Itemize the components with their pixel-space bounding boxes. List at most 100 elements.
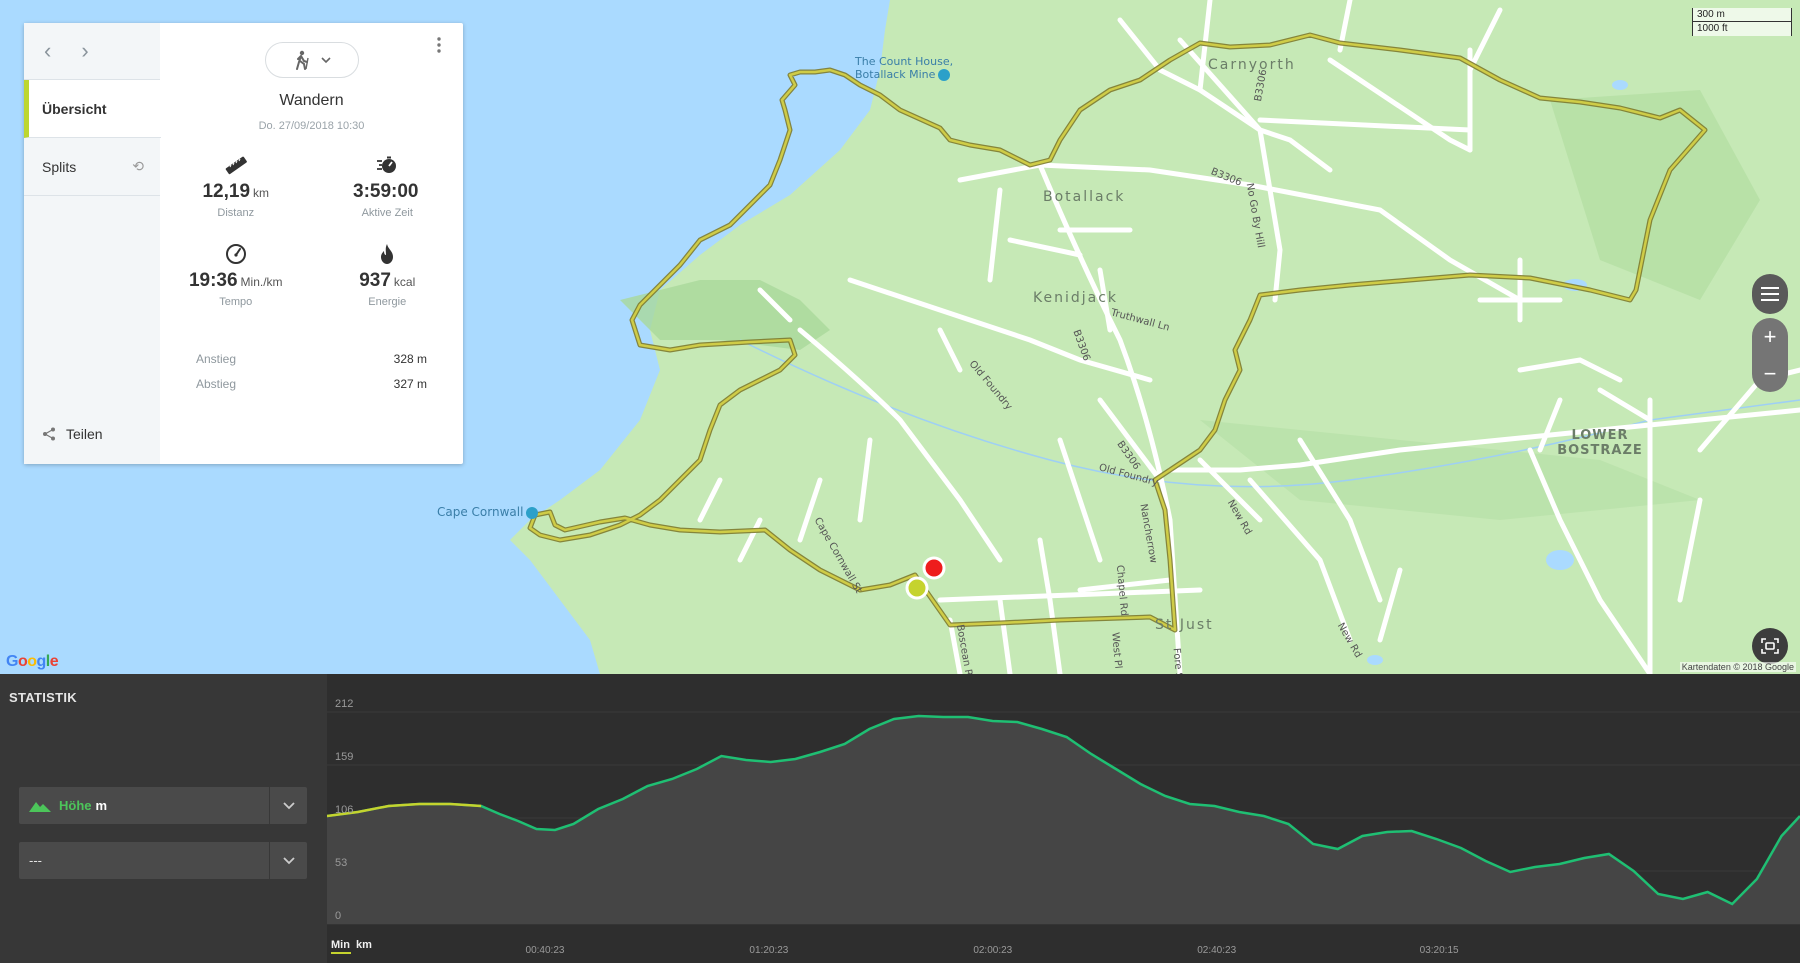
more-options-button[interactable] xyxy=(437,37,441,57)
map-attribution[interactable]: Kartendaten © 2018 Google xyxy=(1679,662,1796,672)
active-time-value: 3:59:00 xyxy=(353,181,419,202)
primary-metric-label: Höhe xyxy=(59,798,92,813)
active-time-label: Aktive Zeit xyxy=(361,207,413,219)
kebab-menu-icon xyxy=(437,37,441,53)
x-axis-km-label[interactable]: km xyxy=(356,939,372,951)
y-tick-label: 53 xyxy=(335,857,347,869)
stopwatch-icon xyxy=(377,156,397,173)
google-logo: Google xyxy=(6,653,59,670)
y-tick-label: 0 xyxy=(335,910,341,922)
poi-cape-cornwall[interactable]: Cape Cornwall xyxy=(437,505,539,519)
stat-energy: 937 kcal Energie xyxy=(312,243,464,308)
pace-label: Tempo xyxy=(219,296,253,308)
primary-metric-dropdown[interactable] xyxy=(269,787,307,824)
stat-active-time: 3:59:00 Aktive Zeit xyxy=(312,154,464,219)
minus-icon: − xyxy=(1763,360,1777,386)
previous-workout-button[interactable]: ‹ xyxy=(44,40,51,62)
energy-label: Energie xyxy=(368,296,407,308)
energy-value: 937 xyxy=(359,270,391,291)
share-label: Teilen xyxy=(66,426,103,442)
zoom-out-button[interactable]: − xyxy=(1764,355,1777,392)
speedometer-icon xyxy=(225,244,246,264)
descent-value: 327 m xyxy=(393,377,427,391)
primary-metric-value: Höhe m xyxy=(19,798,269,813)
place-kenidjack: Kenidjack xyxy=(1033,290,1119,306)
map[interactable]: Botallack Kenidjack Carnyorth LOWER BOST… xyxy=(0,0,1800,674)
statistics-title: STATISTIK xyxy=(9,690,77,705)
pace-unit: Min./km xyxy=(240,275,283,289)
ruler-icon xyxy=(225,156,247,175)
tab-overview-label: Übersicht xyxy=(42,100,107,117)
chevron-down-icon xyxy=(282,801,295,809)
workout-date: Do. 27/09/2018 10:30 xyxy=(258,120,365,132)
y-tick-label: 212 xyxy=(335,698,353,710)
map-layers-control[interactable] xyxy=(1752,274,1788,314)
zoom-in-button[interactable]: + xyxy=(1764,318,1777,355)
landmark-pin-icon xyxy=(526,506,539,519)
x-tick-label: 01:20:23 xyxy=(749,945,788,956)
elevation-chart[interactable]: 0 53 106 159 212 00:40:23 01:20:23 02:00:23 02:… xyxy=(327,674,1800,963)
x-tick-label: 03:20:15 xyxy=(1420,945,1459,956)
poi-cape-cornwall-label: Cape Cornwall xyxy=(437,505,524,519)
layers-menu-icon xyxy=(1761,287,1779,301)
flame-icon xyxy=(381,244,394,264)
hiking-icon xyxy=(295,50,309,70)
stat-distance: 12,19 km Distanz xyxy=(160,154,312,219)
plus-icon: + xyxy=(1763,323,1777,349)
descent-row: Abstieg 327 m xyxy=(196,377,427,402)
elevation-summary: Anstieg 328 m Abstieg 327 m xyxy=(196,352,427,402)
next-workout-button[interactable]: › xyxy=(81,40,88,62)
primary-metric-unit: m xyxy=(95,798,108,813)
card-sidebar: ‹ › Übersicht Splits ⟲ Teilen xyxy=(24,23,161,464)
museum-pin-icon xyxy=(938,69,951,81)
share-icon xyxy=(43,427,55,441)
workout-summary-card: ‹ › Übersicht Splits ⟲ Teilen Wandern Do… xyxy=(24,23,463,464)
energy-unit: kcal xyxy=(393,275,416,289)
map-scale: 300 m 1000 ft xyxy=(1692,8,1792,36)
place-lower-bostraze: LOWER BOSTRAZE xyxy=(1557,428,1643,458)
chevron-down-icon xyxy=(282,856,295,864)
distance-label: Distanz xyxy=(217,207,255,219)
scale-metric: 300 m xyxy=(1692,8,1792,22)
ascent-label: Anstieg xyxy=(196,352,237,366)
chevron-down-icon xyxy=(320,56,331,63)
x-tick-label: 02:40:23 xyxy=(1197,945,1236,956)
place-carnyorth: Carnyorth xyxy=(1208,57,1296,73)
x-tick-label: 02:00:23 xyxy=(973,945,1012,956)
ascent-value: 328 m xyxy=(393,352,427,366)
fit-route-button[interactable] xyxy=(1752,628,1788,664)
route-start-marker[interactable] xyxy=(905,576,929,600)
descent-label: Abstieg xyxy=(196,377,237,391)
scale-imperial: 1000 ft xyxy=(1692,22,1792,36)
stat-pace: 19:36 Min./km Tempo xyxy=(160,243,312,308)
y-tick-label: 106 xyxy=(335,804,353,816)
poi-count-house[interactable]: The Count House, Botallack Mine xyxy=(855,55,975,81)
distance-unit: km xyxy=(253,186,270,200)
distance-value: 12,19 xyxy=(202,181,251,202)
workout-navigation: ‹ › xyxy=(24,23,160,80)
primary-metric-select[interactable]: Höhe m xyxy=(19,787,307,824)
y-tick-label: 159 xyxy=(335,751,353,763)
mountain-icon xyxy=(29,802,51,812)
stats-grid: 12,19 km Distanz 3:59:00 Aktive Zeit 19:3… xyxy=(160,154,463,308)
tab-splits-label: Splits xyxy=(42,158,77,175)
tab-overview[interactable]: Übersicht xyxy=(24,80,161,138)
route-end-marker[interactable] xyxy=(922,556,946,580)
card-content: Wandern Do. 27/09/2018 10:30 12,19 km Dis… xyxy=(160,23,463,464)
share-button[interactable]: Teilen xyxy=(42,426,103,442)
tab-splits[interactable]: Splits ⟲ xyxy=(24,138,160,196)
fit-bounds-icon xyxy=(1761,638,1779,654)
x-tick-label: 00:40:23 xyxy=(526,945,565,956)
pace-value: 19:36 xyxy=(188,270,238,291)
statistics-controls: STATISTIK Höhe m --- xyxy=(0,674,327,963)
map-zoom-control: + − xyxy=(1752,318,1788,392)
place-st-just: St Just xyxy=(1155,617,1214,633)
place-botallack: Botallack xyxy=(1043,189,1126,205)
x-axis-min-label[interactable]: Min xyxy=(331,939,350,951)
ascent-row: Anstieg 328 m xyxy=(196,352,427,377)
secondary-metric-dropdown[interactable] xyxy=(269,842,307,879)
secondary-metric-select[interactable]: --- xyxy=(19,842,307,879)
sport-type-selector[interactable] xyxy=(264,42,359,78)
secondary-metric-value: --- xyxy=(29,853,42,868)
refresh-icon: ⟲ xyxy=(132,158,144,174)
